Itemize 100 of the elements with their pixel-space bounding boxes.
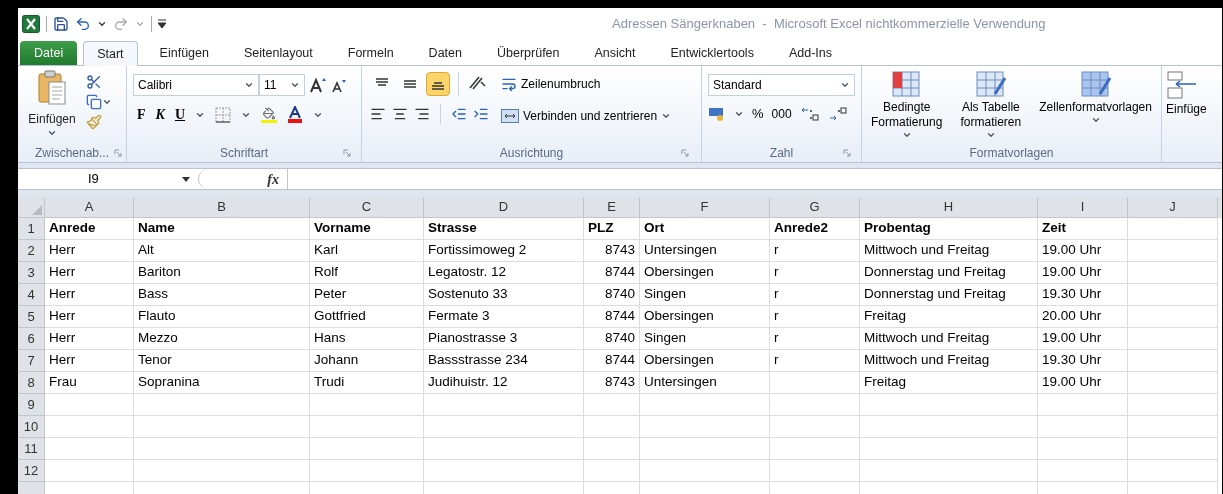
table-cell: 19.00 Uhr [1038,328,1128,350]
caret-icon [985,130,996,140]
font-color-icon[interactable] [287,106,304,123]
save-icon[interactable] [53,16,69,32]
align-bottom-button[interactable] [426,72,450,96]
italic-button[interactable]: K [155,104,165,125]
row-header[interactable]: 2 [18,240,45,262]
row-header[interactable]: 4 [18,284,45,306]
row-header[interactable]: 10 [18,416,45,438]
decrease-indent-icon[interactable] [451,106,467,122]
column-header[interactable]: A [45,197,134,218]
column-heading: Zeit [1038,218,1128,240]
row-header[interactable]: 9 [18,394,45,416]
ribbon-tab[interactable]: Entwicklertools [657,41,767,65]
style-gallery-button[interactable]: Als Tabelle formatieren [960,70,1022,144]
thousands-button[interactable]: 000 [771,104,792,123]
column-header[interactable]: H [860,197,1038,218]
row-header[interactable]: 5 [18,306,45,328]
increase-decimal-icon[interactable] [799,105,820,122]
ribbon-tab[interactable]: Daten [415,41,475,65]
cut-icon[interactable] [86,74,102,90]
ribbon-tab[interactable]: Einfügen [146,41,222,65]
column-header[interactable]: F [640,197,770,218]
row-header[interactable]: 3 [18,262,45,284]
table-cell: Flauto [134,306,310,328]
undo-icon[interactable] [75,16,91,32]
style-gallery-button[interactable]: Bedingte Formatierung [871,70,943,144]
row-header[interactable]: 8 [18,372,45,394]
column-header[interactable]: I [1038,197,1128,218]
row-header[interactable]: 7 [18,350,45,372]
excel-logo-icon[interactable] [22,15,40,33]
table-cell: Herr [45,350,134,372]
table-cell: 8744 [584,306,640,328]
ribbon-tab[interactable]: Start [83,41,138,66]
decrease-decimal-icon[interactable] [827,105,848,122]
borders-icon[interactable] [215,106,232,123]
table-cell: Gottfried [310,306,424,328]
caret-icon [97,19,107,29]
table-cell: Johann [310,350,424,372]
ribbon-tab[interactable]: Formeln [334,41,407,65]
ribbon-tab[interactable]: Überprüfen [483,41,573,65]
column-header[interactable]: J [1128,197,1218,218]
table-cell: Untersingen [640,372,770,394]
fill-color-icon[interactable] [261,106,278,123]
row-header[interactable]: 11 [18,438,45,460]
ribbon-tab[interactable]: Seitenlayout [230,41,326,65]
table-cell: r [770,240,860,262]
row-header[interactable]: 6 [18,328,45,350]
ribbon-tab[interactable]: Add-Ins [775,41,845,65]
insert-function-button[interactable]: fx [267,168,279,190]
dialog-launcher-icon[interactable] [343,149,351,157]
table-cell [584,438,640,460]
row-header[interactable]: 12 [18,460,45,482]
column-heading: Strasse [424,218,584,240]
column-heading: Anrede [45,218,134,240]
table-cell: Rolf [310,262,424,284]
underline-button[interactable]: U [174,104,186,125]
caret-icon [661,111,672,121]
align-center-icon[interactable] [392,106,408,122]
table-cell: Bass [134,284,310,306]
column-header[interactable]: E [584,197,640,218]
align-left-icon[interactable] [370,106,386,122]
wrap-text-button[interactable]: Zeilenumbruch [501,72,672,96]
dialog-launcher-icon[interactable] [681,149,689,157]
table-cell: 8740 [584,284,640,306]
font-size-field[interactable]: 11 [259,74,305,96]
file-tab[interactable]: Datei [20,41,78,65]
grow-font-icon[interactable] [309,77,327,93]
table-cell: Freitag [860,306,1038,328]
column-header[interactable]: G [770,197,860,218]
name-box[interactable]: I9 [18,169,198,189]
group-label: Zahl [769,145,794,162]
currency-icon[interactable] [708,105,726,122]
dialog-launcher-icon[interactable] [843,149,851,157]
paste-button[interactable]: Einfügen [22,70,82,138]
align-middle-icon [403,78,417,90]
insert-cells-button[interactable]: Einfüge [1166,70,1207,118]
merge-cells-icon [501,109,519,123]
merge-center-button[interactable]: Verbinden und zentrieren [501,104,672,128]
align-right-icon[interactable] [414,106,430,122]
column-header[interactable]: B [134,197,310,218]
caret-icon [135,19,145,29]
column-header[interactable]: C [310,197,424,218]
table-cell: r [770,328,860,350]
font-name-field[interactable]: Calibri [133,74,259,96]
style-gallery-button[interactable]: Zellenformatvorlagen [1039,70,1152,144]
ribbon-tab[interactable]: Ansicht [581,41,649,65]
dialog-launcher-icon[interactable] [114,149,122,157]
shrink-font-icon[interactable] [331,77,347,93]
insert-cells-icon [1166,70,1196,100]
row-header[interactable]: 1 [18,218,45,240]
increase-indent-icon[interactable] [473,106,489,122]
percent-button[interactable]: % [752,104,764,124]
table-cell: Bassstrasse 234 [424,350,584,372]
copy-icon[interactable] [86,94,102,110]
number-format-field[interactable]: Standard [708,74,855,96]
bold-button[interactable]: F [137,104,146,125]
customize-toolbar-icon[interactable] [158,19,166,29]
column-header[interactable]: D [424,197,584,218]
table-cell: Bariton [134,262,310,284]
